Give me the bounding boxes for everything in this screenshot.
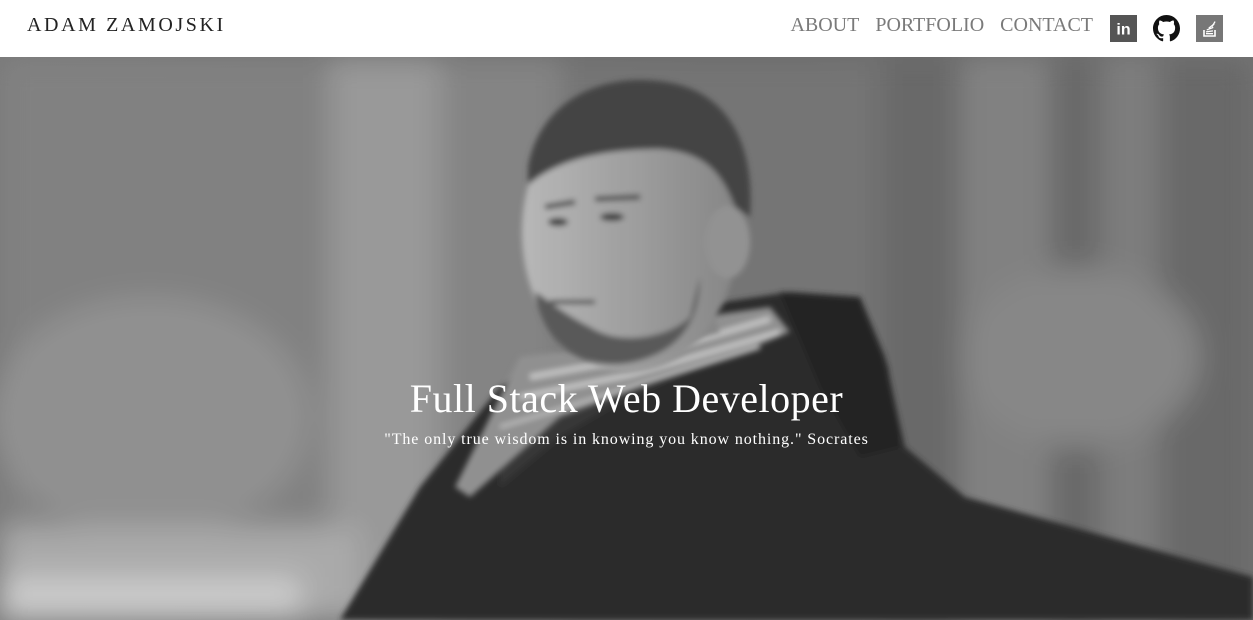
hero-quote: "The only true wisdom is in knowing you … [384, 431, 869, 448]
hero-section: Full Stack Web Developer "The only true … [0, 57, 1253, 620]
social-links: in [1110, 15, 1223, 42]
linkedin-icon[interactable]: in [1110, 15, 1137, 42]
svg-text:in: in [1116, 22, 1130, 39]
nav-link-portfolio[interactable]: PORTFOLIO [875, 14, 984, 37]
nav-link-contact[interactable]: CONTACT [1000, 14, 1093, 37]
nav-menu: ABOUT PORTFOLIO CONTACT [790, 14, 1093, 37]
github-icon[interactable] [1153, 15, 1180, 42]
hero-background-photo [0, 57, 1253, 620]
navbar: ADAM ZAMOJSKI ABOUT PORTFOLIO CONTACT in [0, 0, 1253, 57]
brand-logo[interactable]: ADAM ZAMOJSKI [27, 14, 226, 37]
nav-link-about[interactable]: ABOUT [790, 14, 859, 37]
stackoverflow-icon[interactable] [1196, 15, 1223, 42]
hero-title: Full Stack Web Developer [409, 376, 844, 421]
